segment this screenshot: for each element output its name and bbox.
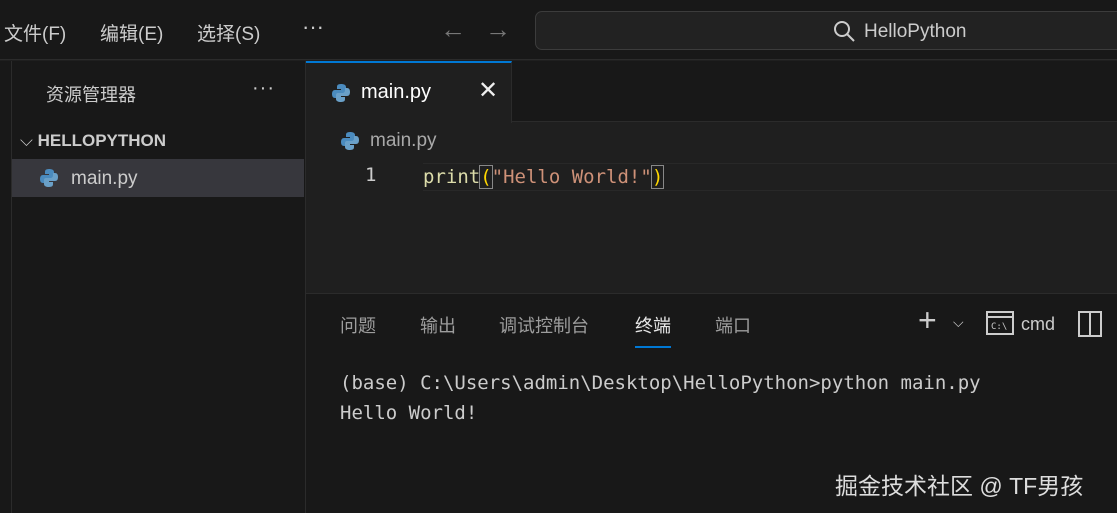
- folder-label: HELLOPYTHON: [37, 131, 167, 150]
- tab-output[interactable]: 输出: [420, 312, 456, 338]
- code-close-paren: ): [650, 165, 665, 189]
- menu-select[interactable]: 选择(S): [197, 19, 260, 46]
- tab-main-py[interactable]: main.py ✕: [306, 61, 512, 123]
- terminal-line: Hello World!: [340, 402, 478, 424]
- terminal-shell-name[interactable]: cmd: [1021, 314, 1055, 335]
- tab-label: main.py: [361, 81, 432, 103]
- svg-text:C:\: C:\: [991, 322, 1007, 332]
- explorer-title: 资源管理器: [46, 85, 136, 105]
- terminal-line: (base) C:\Users\admin\Desktop\HelloPytho…: [340, 372, 981, 394]
- tab-ports[interactable]: 端口: [715, 312, 751, 338]
- back-arrow-icon[interactable]: ←: [440, 14, 466, 45]
- breadcrumb[interactable]: main.py: [370, 130, 437, 152]
- python-icon: [341, 132, 359, 150]
- code-string: "Hello World!": [491, 166, 652, 188]
- close-icon[interactable]: ✕: [478, 76, 498, 105]
- python-icon: [332, 84, 350, 102]
- explorer-sidebar: 资源管理器 ··· ⌵ HELLOPYTHON main.py: [12, 61, 306, 513]
- chevron-down-icon[interactable]: ⌵: [953, 314, 964, 331]
- tab-terminal[interactable]: 终端: [635, 312, 671, 348]
- menu-file[interactable]: 文件(F): [4, 19, 66, 46]
- search-icon: [834, 21, 855, 42]
- forward-arrow-icon[interactable]: →: [485, 14, 511, 45]
- terminal-cmd-icon: C:\: [986, 311, 1014, 335]
- terminal-output[interactable]: (base) C:\Users\admin\Desktop\HelloPytho…: [340, 368, 981, 428]
- file-name: main.py: [71, 168, 138, 189]
- line-number: 1: [365, 164, 377, 186]
- code-function: print: [423, 166, 481, 188]
- menu-more[interactable]: ···: [302, 14, 324, 40]
- menu-edit[interactable]: 编辑(E): [100, 19, 163, 46]
- file-item-main-py[interactable]: main.py: [12, 159, 304, 197]
- watermark: 掘金技术社区 @ TF男孩: [835, 473, 1084, 499]
- code-line[interactable]: print("Hello World!"): [423, 163, 1117, 191]
- code-open-paren: (: [479, 165, 493, 189]
- command-center-search[interactable]: HelloPython: [535, 11, 1117, 50]
- activity-bar: [0, 61, 12, 513]
- editor-tab-bar: main.py ✕: [306, 61, 1117, 123]
- python-icon: [40, 169, 58, 187]
- search-label: HelloPython: [864, 21, 967, 42]
- folder-hellopython[interactable]: ⌵ HELLOPYTHON: [20, 131, 166, 151]
- new-terminal-button[interactable]: +: [918, 302, 937, 339]
- title-bar: 文件(F) 编辑(E) 选择(S) ··· ← → HelloPython: [0, 0, 1117, 60]
- tab-debug-console[interactable]: 调试控制台: [499, 312, 589, 338]
- chevron-down-icon: ⌵: [20, 131, 38, 150]
- tab-problems[interactable]: 问题: [340, 312, 376, 338]
- explorer-more-button[interactable]: ···: [252, 77, 275, 100]
- split-terminal-icon[interactable]: [1078, 311, 1102, 337]
